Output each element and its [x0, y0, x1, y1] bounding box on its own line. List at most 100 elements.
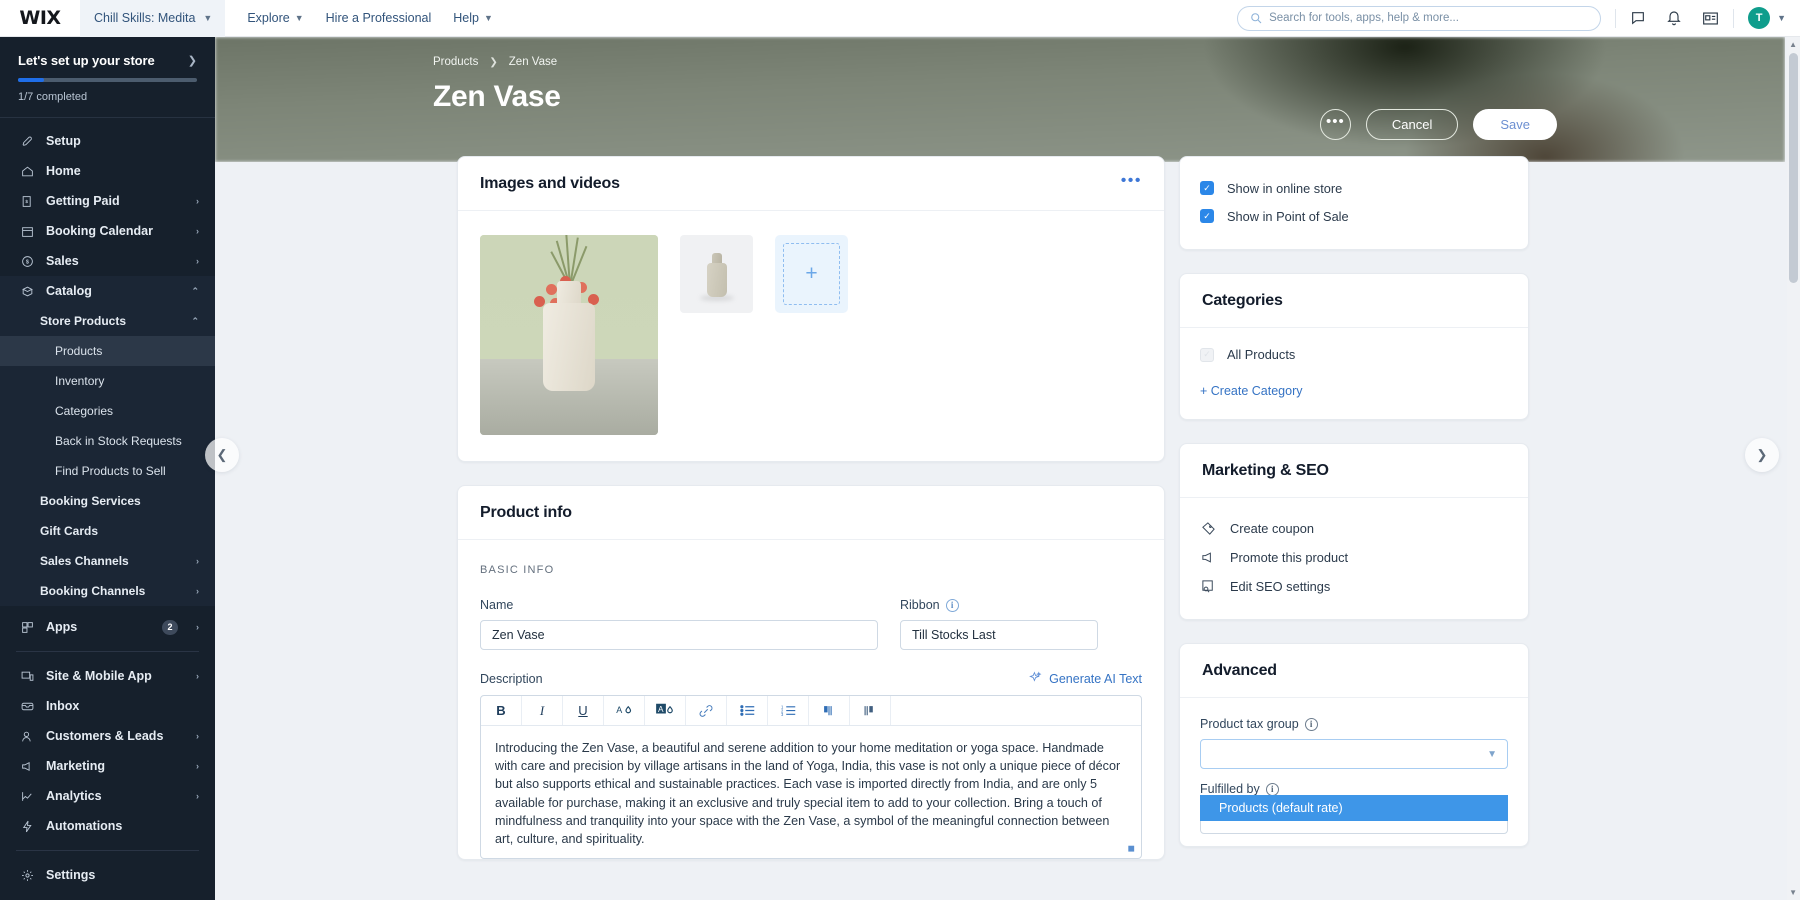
- sidebar-item-products[interactable]: Products: [0, 336, 215, 366]
- marketing-item-edit-seo[interactable]: Edit SEO settings: [1200, 572, 1508, 601]
- sidebar-item-back-in-stock-requests[interactable]: Back in Stock Requests: [0, 426, 215, 456]
- more-actions-button[interactable]: •••: [1319, 109, 1351, 140]
- scroll-up-arrow-icon[interactable]: ▲: [1789, 40, 1797, 49]
- topnav-item-hire-professional[interactable]: Hire a Professional: [326, 11, 432, 25]
- sidebar-item-store-products[interactable]: Store Products ⌃: [0, 306, 215, 336]
- italic-icon[interactable]: I: [522, 696, 563, 725]
- sidebar-item-booking-calendar[interactable]: Booking Calendar ›: [0, 216, 215, 246]
- media-card-more-button[interactable]: •••: [1121, 172, 1142, 188]
- wix-logo[interactable]: WIX: [0, 7, 80, 29]
- sidebar-item-analytics[interactable]: Analytics ›: [0, 781, 215, 811]
- breadcrumb-products[interactable]: Products: [433, 56, 478, 68]
- marketing-item-promote-product[interactable]: Promote this product: [1200, 543, 1508, 572]
- next-product-button[interactable]: ❯: [1745, 438, 1779, 472]
- payments-icon: $: [20, 195, 35, 208]
- sidebar-item-home[interactable]: Home: [0, 156, 215, 186]
- news-icon[interactable]: [1702, 11, 1719, 26]
- product-tax-group-dropdown-option[interactable]: Products (default rate): [1200, 795, 1508, 821]
- product-thumbnail-image[interactable]: [680, 235, 753, 313]
- media-gallery: +: [458, 211, 1164, 461]
- sidebar-item-label: Booking Calendar: [46, 224, 153, 238]
- topnav-item-explore[interactable]: Explore ▼: [247, 11, 303, 25]
- store-setup-block[interactable]: Let's set up your store ❯ 1/7 completed: [0, 37, 215, 118]
- category-row[interactable]: ✓ All Products: [1200, 347, 1508, 362]
- text-color-icon[interactable]: A: [604, 696, 645, 725]
- product-main-image[interactable]: [480, 235, 658, 435]
- bold-icon[interactable]: B: [481, 696, 522, 725]
- underline-icon[interactable]: U: [563, 696, 604, 725]
- sidebar-item-getting-paid[interactable]: $ Getting Paid ›: [0, 186, 215, 216]
- info-icon[interactable]: i: [1265, 782, 1279, 796]
- sidebar-item-catalog[interactable]: Catalog ⌃: [0, 276, 215, 306]
- sidebar-item-find-products-to-sell[interactable]: Find Products to Sell: [0, 456, 215, 486]
- chevron-right-icon: ❯: [187, 55, 197, 67]
- bulleted-list-icon[interactable]: [727, 696, 768, 725]
- product-tax-group-select[interactable]: ▼: [1200, 739, 1508, 769]
- add-media-plus-icon: +: [783, 243, 840, 305]
- megaphone-icon: [1200, 550, 1217, 565]
- sidebar-item-customers-leads[interactable]: Customers & Leads ›: [0, 721, 215, 751]
- visibility-option-row[interactable]: ✓ Show in online store: [1200, 174, 1508, 202]
- sidebar-item-settings[interactable]: Settings: [0, 860, 215, 890]
- advanced-card: Advanced Product tax group i ▼ Products …: [1179, 643, 1529, 847]
- save-button[interactable]: Save: [1473, 109, 1557, 140]
- sidebar-item-site-mobile-app[interactable]: Site & Mobile App ›: [0, 661, 215, 691]
- search-input[interactable]: Search for tools, apps, help & more...: [1237, 5, 1602, 31]
- scroll-down-arrow-icon[interactable]: ▼: [1789, 888, 1797, 897]
- chat-icon[interactable]: [1630, 10, 1646, 26]
- chevron-down-icon: ▼: [294, 13, 304, 23]
- resize-handle[interactable]: ◼: [1128, 843, 1135, 854]
- visibility-option-row[interactable]: ✓ Show in Point of Sale: [1200, 202, 1508, 230]
- name-field-group: Name Zen Vase: [480, 598, 878, 650]
- add-media-button[interactable]: +: [775, 235, 848, 313]
- avatar: T: [1748, 7, 1771, 29]
- fulfilled-by-label-wrap: Fulfilled by i: [1200, 782, 1508, 796]
- topnav-label: Explore: [247, 11, 290, 25]
- sidebar-item-sales[interactable]: $ Sales ›: [0, 246, 215, 276]
- sidebar-item-setup[interactable]: Setup: [0, 126, 215, 156]
- page-scrollbar[interactable]: ▲ ▼: [1787, 37, 1800, 900]
- setup-header: Let's set up your store ❯: [18, 53, 197, 68]
- topnav-item-help[interactable]: Help ▼: [453, 11, 493, 25]
- description-textarea[interactable]: Introducing the Zen Vase, a beautiful an…: [481, 726, 1141, 858]
- generate-ai-text-label: Generate AI Text: [1049, 672, 1142, 686]
- name-input[interactable]: Zen Vase: [480, 620, 878, 650]
- align-ltr-icon[interactable]: [809, 696, 850, 725]
- align-rtl-icon[interactable]: [850, 696, 891, 725]
- sidebar-item-apps[interactable]: Apps 2 ›: [0, 612, 215, 642]
- generate-ai-text-button[interactable]: Generate AI Text: [1029, 671, 1142, 687]
- sidebar-item-inbox[interactable]: Inbox: [0, 691, 215, 721]
- link-icon[interactable]: [686, 696, 727, 725]
- sidebar-item-gift-cards[interactable]: Gift Cards: [0, 516, 215, 546]
- sidebar-item-marketing[interactable]: Marketing ›: [0, 751, 215, 781]
- sidebar-item-booking-channels[interactable]: Booking Channels ›: [0, 576, 215, 606]
- dollar-icon: $: [20, 255, 35, 268]
- setup-progress-bar: [18, 78, 197, 82]
- notifications-bell-icon[interactable]: [1666, 10, 1682, 26]
- sidebar-item-inventory[interactable]: Inventory: [0, 366, 215, 396]
- account-menu[interactable]: T ▼: [1748, 7, 1786, 29]
- apps-badge: 2: [162, 619, 178, 635]
- sidebar-item-booking-services[interactable]: Booking Services: [0, 486, 215, 516]
- highlight-color-icon[interactable]: A: [645, 696, 686, 725]
- create-category-link[interactable]: + Create Category: [1200, 384, 1302, 398]
- show-in-online-store-checkbox[interactable]: ✓: [1200, 181, 1214, 195]
- info-icon[interactable]: i: [1304, 717, 1318, 731]
- site-selector[interactable]: Chill Skills: Medita ▼: [80, 0, 226, 37]
- info-icon[interactable]: i: [945, 598, 959, 612]
- main-content: ❮ ❯ Images and videos ••• + Product info…: [205, 156, 1785, 900]
- scrollbar-thumb[interactable]: [1789, 53, 1798, 283]
- chevron-right-icon: ›: [196, 586, 199, 596]
- prev-product-button[interactable]: ❮: [205, 438, 239, 472]
- numbered-list-icon[interactable]: 1 2 3: [768, 696, 809, 725]
- sidebar-item-categories[interactable]: Categories: [0, 396, 215, 426]
- sidebar-item-automations[interactable]: Automations: [0, 811, 215, 841]
- chevron-down-icon: ▼: [483, 13, 493, 23]
- cancel-button[interactable]: Cancel: [1365, 109, 1459, 140]
- show-in-point-of-sale-checkbox[interactable]: ✓: [1200, 209, 1214, 223]
- sidebar-item-sales-channels[interactable]: Sales Channels ›: [0, 546, 215, 576]
- marketing-item-create-coupon[interactable]: Create coupon: [1200, 514, 1508, 543]
- visibility-card: ✓ Show in online store ✓ Show in Point o…: [1179, 156, 1529, 250]
- ribbon-input[interactable]: Till Stocks Last: [900, 620, 1098, 650]
- sidebar-item-label: Analytics: [46, 789, 102, 803]
